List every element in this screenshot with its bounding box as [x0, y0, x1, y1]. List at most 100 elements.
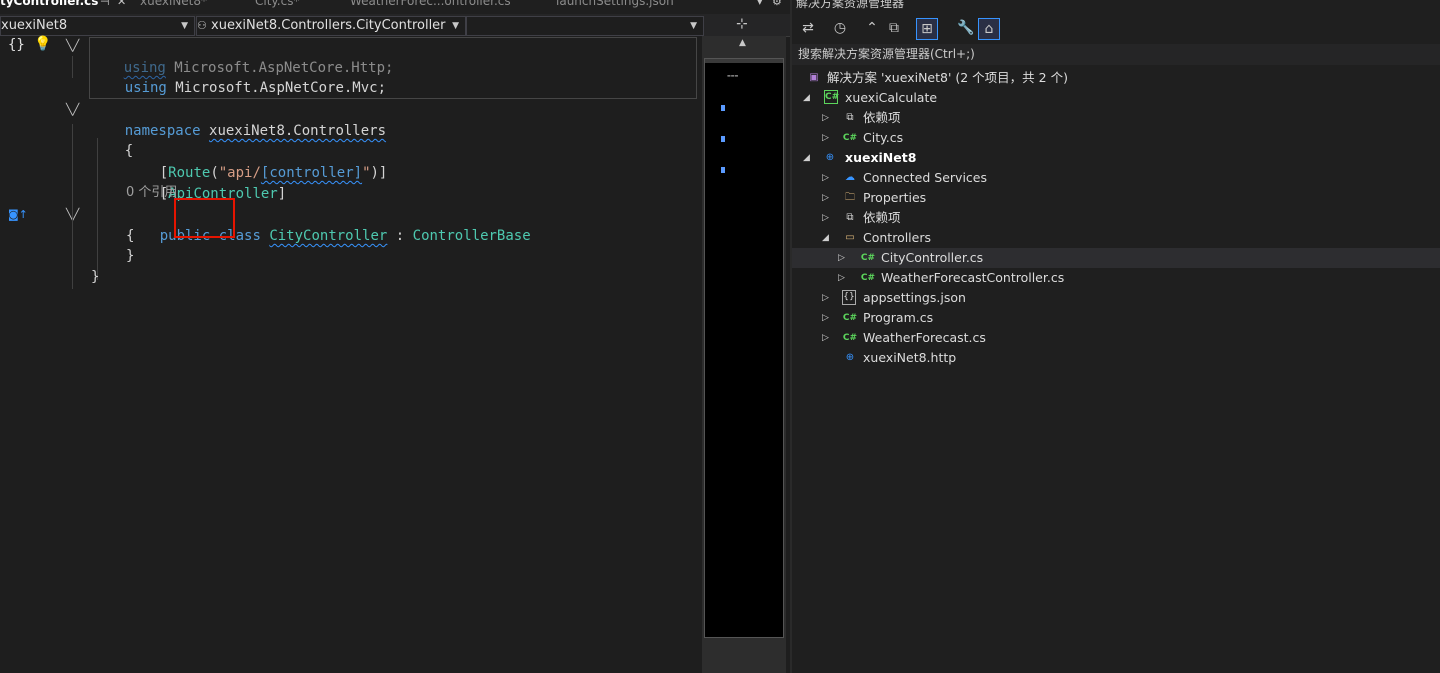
scroll-up-icon[interactable]: ▲: [739, 38, 746, 48]
minimap-viewport: [705, 59, 783, 63]
csharp-file-icon: C#: [842, 313, 858, 323]
tab-xuexinet8[interactable]: xuexiNet8*: [140, 0, 207, 12]
fold-toggle-icon[interactable]: ╲╱: [66, 39, 79, 52]
override-indicator-icon[interactable]: ◙↑: [8, 208, 28, 221]
chevron-right-icon[interactable]: ▷: [822, 168, 829, 188]
tree-item-properties[interactable]: ▷ 🗀 Properties: [792, 188, 1440, 208]
chevron-right-icon[interactable]: ▷: [822, 208, 829, 228]
class-dropdown[interactable]: ⚇ xuexiNet8.Controllers.CityController ▼: [196, 16, 466, 36]
base-class: ControllerBase: [412, 228, 531, 244]
tree-item-program-cs[interactable]: ▷ C# Program.cs: [792, 308, 1440, 328]
solution-explorer-title: 解决方案资源管理器: [796, 0, 905, 10]
tab-citycontroller[interactable]: tyController.cs: [0, 0, 98, 12]
tree-item-citycontroller-cs[interactable]: ▷ C# CityController.cs: [792, 248, 1440, 268]
tree-item-xuexinet8-http[interactable]: ⊕ xuexiNet8.http: [792, 348, 1440, 368]
show-all-files-icon[interactable]: ⧉: [884, 18, 904, 38]
tree-item-label: appsettings.json: [863, 290, 966, 305]
csharp-file-icon: C#: [842, 133, 858, 143]
gear-icon[interactable]: ⚙: [772, 0, 782, 13]
tree-item-label: xuexiCalculate: [845, 90, 938, 105]
minimap[interactable]: ▬▬▬: [704, 58, 784, 638]
tree-item-city-cs[interactable]: ▷ C# City.cs: [792, 128, 1440, 148]
tree-item-xuexicalculate[interactable]: ◢ C# xuexiCalculate: [792, 88, 1440, 108]
chevron-right-icon[interactable]: ▷: [822, 188, 829, 208]
chevron-down-icon[interactable]: ◢: [822, 228, 829, 248]
tree-item-xuexinet8[interactable]: ◢ ⊕ xuexiNet8: [792, 148, 1440, 168]
tree-item-label: Connected Services: [863, 170, 987, 185]
minimap-marker: [721, 105, 725, 111]
tree-item-dependencies[interactable]: ▷ ⧉ 依赖项: [792, 208, 1440, 228]
sync-with-document-icon[interactable]: ⇄: [798, 18, 818, 38]
chevron-right-icon[interactable]: ▷: [822, 328, 829, 348]
document-tab-bar: tyController.cs ⊣ ✕ xuexiNet8* City.cs* …: [0, 0, 790, 14]
close-icon[interactable]: ✕: [117, 0, 126, 13]
properties-icon: 🗀: [845, 192, 855, 203]
namespace-name: xuexiNet8.Controllers: [209, 123, 387, 139]
code-editor[interactable]: {} 💡 ◙↑ ╲╱ ╲╱ ╲╱ using Microsoft.AspNetC…: [0, 36, 702, 673]
code-line: }: [91, 267, 99, 287]
solution-icon: ▣: [809, 72, 819, 83]
highlight-box: [174, 198, 235, 238]
paren: )]: [370, 165, 388, 181]
split-window-icon[interactable]: ⊹: [736, 16, 748, 32]
chevron-right-icon[interactable]: ▷: [822, 108, 829, 128]
class-name: CityController: [269, 228, 388, 244]
csharp-project-icon: C#: [824, 90, 840, 104]
tree-item-label: Program.cs: [863, 310, 934, 325]
tree-item-controllers[interactable]: ◢ ▭ Controllers: [792, 228, 1440, 248]
chevron-right-icon[interactable]: ▷: [822, 288, 829, 308]
history-icon[interactable]: ◷: [830, 18, 850, 38]
tab-launchsettings[interactable]: launchSettings.json: [556, 0, 674, 12]
class-dropdown-label: xuexiNet8.Controllers.CityController: [211, 18, 446, 33]
connected-services-icon: ☁: [845, 172, 855, 183]
tree-item-weatherforecastcontroller-cs[interactable]: ▷ C# WeatherForecastController.cs: [792, 268, 1440, 288]
minimap-line: ▬▬▬: [727, 73, 739, 78]
class-icon: ⚇: [197, 19, 207, 32]
csharp-file-icon: C#: [860, 273, 876, 283]
outline-guide: [72, 124, 73, 289]
tree-item-label: Controllers: [863, 230, 931, 245]
keyword-namespace: namespace: [124, 123, 201, 139]
chevron-down-icon: ▼: [452, 21, 459, 31]
brace: }: [91, 269, 100, 285]
web-project-icon: ⊕: [825, 152, 835, 163]
tree-item-solution[interactable]: ▣ 解决方案 'xuexiNet8' (2 个项目，共 2 个): [792, 68, 1440, 88]
chevron-right-icon[interactable]: ▷: [838, 248, 845, 268]
lightbulb-icon[interactable]: 💡: [34, 36, 51, 52]
pin-icon[interactable]: ⊣: [100, 0, 110, 13]
tree-item-connected-services[interactable]: ▷ ☁ Connected Services: [792, 168, 1440, 188]
tree-item-weatherforecast-cs[interactable]: ▷ C# WeatherForecast.cs: [792, 328, 1440, 348]
tree-item-appsettings-json[interactable]: ▷ {} appsettings.json: [792, 288, 1440, 308]
tree-item-label: Properties: [863, 190, 927, 205]
minimap-marker: [721, 167, 725, 173]
tab-weatherforecastcontroller[interactable]: WeatherForec...ontroller.cs: [350, 0, 511, 12]
fold-toggle-icon[interactable]: ╲╱: [66, 103, 79, 116]
minimap-marker: [721, 136, 725, 142]
tab-city[interactable]: City.cs*: [255, 0, 299, 12]
preview-icon[interactable]: ⌂: [978, 18, 1000, 40]
chevron-right-icon[interactable]: ▷: [822, 308, 829, 328]
codelens-references[interactable]: 0 个引用: [126, 183, 177, 203]
collapse-all-icon[interactable]: ⌃: [862, 18, 882, 38]
project-dropdown-label: xuexiNet8: [1, 18, 68, 33]
tree-item-label: CityController.cs: [881, 250, 984, 265]
project-dropdown[interactable]: xuexiNet8 ▼: [0, 16, 195, 36]
member-dropdown[interactable]: ▼: [466, 16, 704, 36]
tab-overflow-icon[interactable]: ▾: [757, 0, 763, 13]
filter-icon[interactable]: ⊞: [916, 18, 938, 40]
tree-item-label: xuexiNet8.http: [863, 350, 957, 365]
properties-wrench-icon[interactable]: 🔧: [956, 18, 976, 38]
code-line: {: [126, 226, 134, 246]
tree-item-label: 依赖项: [863, 210, 901, 225]
chevron-right-icon[interactable]: ▷: [838, 268, 845, 288]
solution-search-input[interactable]: 搜索解决方案资源管理器(Ctrl+;): [792, 44, 1440, 65]
tree-item-label: WeatherForecastController.cs: [881, 270, 1065, 285]
namespace-ref: Microsoft.AspNetCore.Mvc;: [166, 80, 387, 96]
chevron-right-icon[interactable]: ▷: [822, 128, 829, 148]
quick-actions-icon[interactable]: {}: [8, 37, 25, 53]
http-file-icon: ⊕: [845, 352, 855, 363]
tree-item-dependencies[interactable]: ▷ ⧉ 依赖项: [792, 108, 1440, 128]
dependencies-icon: ⧉: [846, 212, 854, 223]
chevron-down-icon[interactable]: ◢: [803, 148, 810, 168]
chevron-down-icon[interactable]: ◢: [803, 88, 810, 108]
